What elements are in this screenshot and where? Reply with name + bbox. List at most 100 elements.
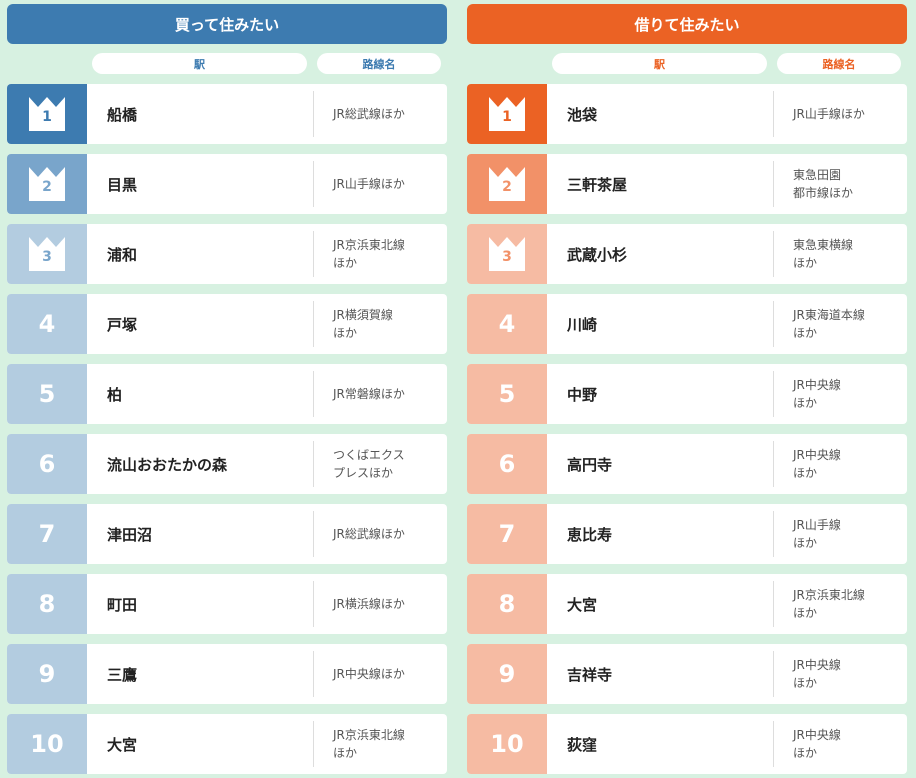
buy-header: 買って住みたい <box>7 4 447 44</box>
line-text: JR京浜東北線 <box>333 238 405 252</box>
line-name: JR京浜東北線 ほか <box>313 231 447 277</box>
line-text: JR総武線ほか <box>333 527 405 541</box>
rank-badge: 5 <box>467 364 547 424</box>
line-text: JR中央線ほか <box>333 667 405 681</box>
station-name: 戸塚 <box>107 315 138 334</box>
line-name: JR常磐線ほか <box>313 371 447 417</box>
line-name: JR京浜東北線 ほか <box>773 581 907 627</box>
line-text: JR中央線 <box>793 658 841 672</box>
line-name: JR山手線ほか <box>773 511 907 557</box>
rank-badge: 2 <box>7 154 87 214</box>
crown-icon: 3 <box>27 236 67 272</box>
line-name: JR山手線ほか <box>313 161 447 207</box>
rank-badge: 6 <box>467 434 547 494</box>
rank-number: 4 <box>498 310 516 338</box>
ranking-row: 9 三鷹 JR中央線ほか <box>7 644 447 704</box>
buy-station-column-label: 駅 <box>92 53 307 74</box>
line-text: JR山手線ほか <box>333 177 405 191</box>
rank-number: 8 <box>498 590 516 618</box>
rank-badge: 10 <box>7 714 87 774</box>
rank-number: 2 <box>502 179 512 195</box>
rank-number: 2 <box>42 179 52 195</box>
line-text: ほか <box>793 256 818 270</box>
line-text: ほか <box>333 746 358 760</box>
line-text: 東急田園 <box>793 168 842 182</box>
rank-number: 9 <box>498 660 516 688</box>
crown-icon: 1 <box>487 96 527 132</box>
line-text: JR山手線 <box>793 518 841 532</box>
ranking-row: 4 川崎 JR東海道本線 ほか <box>467 294 907 354</box>
buy-ranking-list: 1 船橋 JR総武線ほか 2 目黒 JR山手線ほか 3 浦和 JR京浜東北線 ほか 4 戸塚 JR横須賀… <box>7 84 447 774</box>
station-name: 池袋 <box>567 105 598 124</box>
rank-badge: 4 <box>467 294 547 354</box>
ranking-row: 10 大宮 JR京浜東北線 ほか <box>7 714 447 774</box>
rank-number: 10 <box>30 730 64 758</box>
line-name: つくばエクス プレスほか <box>313 441 447 487</box>
station-name: 吉祥寺 <box>567 665 613 684</box>
rank-number: 3 <box>42 249 52 265</box>
rank-badge: 5 <box>7 364 87 424</box>
rank-badge: 3 <box>7 224 87 284</box>
rank-badge: 8 <box>7 574 87 634</box>
ranking-row: 1 池袋 JR山手線ほか <box>467 84 907 144</box>
station-name: 大宮 <box>567 595 598 614</box>
rank-badge: 9 <box>7 644 87 704</box>
line-text: ほか <box>793 396 818 410</box>
ranking-row: 6 流山おおたかの森 つくばエクス プレスほか <box>7 434 447 494</box>
ranking-row: 4 戸塚 JR横須賀線 ほか <box>7 294 447 354</box>
rank-badge: 1 <box>7 84 87 144</box>
rank-number: 6 <box>38 450 56 478</box>
line-name: 東急東横線 ほか <box>773 231 907 277</box>
ranking-row: 10 荻窪 JR中央線 ほか <box>467 714 907 774</box>
line-text: JR横須賀線 <box>333 308 393 322</box>
line-text: JR中央線 <box>793 378 841 392</box>
station-name: 津田沼 <box>107 525 153 544</box>
line-name: JR横浜線ほか <box>313 581 447 627</box>
line-text: JR山手線ほか <box>793 107 865 121</box>
line-name: JR中央線ほか <box>773 441 907 487</box>
ranking-row: 2 目黒 JR山手線ほか <box>7 154 447 214</box>
rank-number: 4 <box>38 310 56 338</box>
line-text: ほか <box>793 746 818 760</box>
station-name: 大宮 <box>107 735 138 754</box>
rank-badge: 1 <box>467 84 547 144</box>
rank-number: 3 <box>502 249 512 265</box>
station-name: 高円寺 <box>567 455 613 474</box>
line-text: JR中央線 <box>793 448 841 462</box>
line-name: JR中央線ほか <box>773 651 907 697</box>
buy-column-headers: 駅 路線名 <box>7 53 447 75</box>
ranking-row: 6 高円寺 JR中央線 ほか <box>467 434 907 494</box>
station-name: 柏 <box>107 385 123 404</box>
line-text: 都市線ほか <box>793 186 854 200</box>
line-text: ほか <box>793 606 818 620</box>
line-name: JR山手線ほか <box>773 91 907 137</box>
line-text: ほか <box>793 676 818 690</box>
station-name: 流山おおたかの森 <box>107 455 228 474</box>
rent-ranking-panel: 借りて住みたい 駅 路線名 1 池袋 JR山手線ほか 2 三軒茶屋 東急田園 都市線ほか 3 武… <box>467 4 907 778</box>
rank-badge: 7 <box>7 504 87 564</box>
ranking-row: 9 吉祥寺 JR中央線ほか <box>467 644 907 704</box>
ranking-row: 5 中野 JR中央線ほか <box>467 364 907 424</box>
line-text: ほか <box>793 326 818 340</box>
line-name: JR総武線ほか <box>313 91 447 137</box>
station-name: 町田 <box>107 595 138 614</box>
crown-icon: 3 <box>487 236 527 272</box>
rent-header: 借りて住みたい <box>467 4 907 44</box>
line-text: JR京浜東北線 <box>793 588 865 602</box>
rank-number: 7 <box>498 520 516 548</box>
rank-number: 6 <box>498 450 516 478</box>
ranking-row: 3 武蔵小杉 東急東横線 ほか <box>467 224 907 284</box>
station-name: 浦和 <box>107 245 138 264</box>
line-name: JR中央線ほか <box>313 651 447 697</box>
line-text: JR総武線ほか <box>333 107 405 121</box>
ranking-row: 7 津田沼 JR総武線ほか <box>7 504 447 564</box>
ranking-row: 7 恵比寿 JR山手線 ほか <box>467 504 907 564</box>
line-text: ほか <box>333 256 358 270</box>
station-name: 中野 <box>567 385 598 404</box>
ranking-row: 3 浦和 JR京浜東北線 ほか <box>7 224 447 284</box>
rank-badge: 7 <box>467 504 547 564</box>
line-name: JR中央線ほか <box>773 371 907 417</box>
station-name: 川崎 <box>567 315 598 334</box>
line-name: 東急田園 都市線ほか <box>773 161 907 207</box>
ranking-row: 2 三軒茶屋 東急田園 都市線ほか <box>467 154 907 214</box>
